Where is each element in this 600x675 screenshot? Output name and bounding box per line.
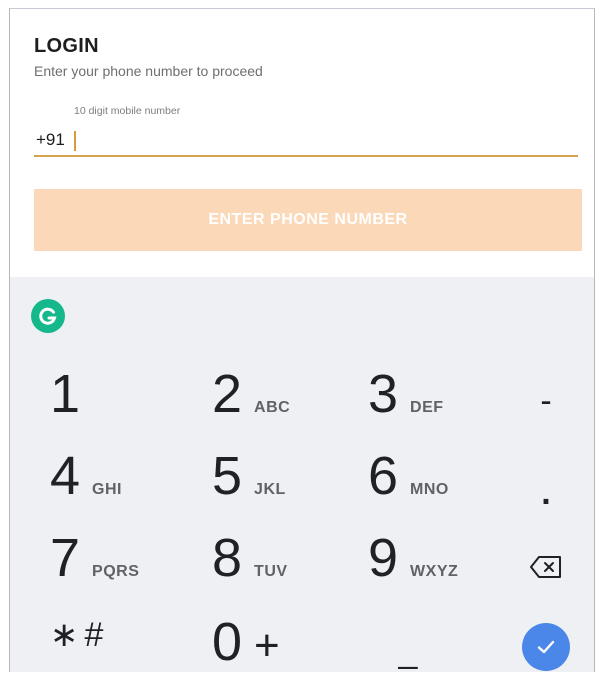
key-6[interactable]: 6 MNO — [368, 449, 449, 519]
backspace-icon — [530, 556, 561, 578]
key-5[interactable]: 5 JKL — [212, 449, 286, 519]
key-7-letters: PQRS — [92, 563, 140, 580]
key-5-letters: JKL — [254, 481, 286, 498]
phone-field-label: 10 digit mobile number — [74, 105, 181, 117]
key-9-letters: WXYZ — [410, 563, 459, 580]
dot-key-label: . — [541, 473, 551, 512]
text-cursor — [74, 131, 76, 151]
key-6-digit: 6 — [368, 446, 399, 506]
space-key[interactable]: _ — [378, 629, 438, 672]
key-7[interactable]: 7 PQRS — [50, 531, 139, 601]
backspace-key[interactable] — [516, 539, 576, 595]
key-9[interactable]: 9 WXYZ — [368, 531, 458, 601]
key-9-digit: 9 — [368, 528, 399, 588]
key-3-letters: DEF — [410, 399, 444, 416]
space-key-label: _ — [398, 631, 418, 670]
dot-key[interactable]: . — [516, 465, 576, 521]
key-4-digit: 4 — [50, 446, 81, 506]
key-8-letters: TUV — [254, 563, 288, 580]
phone-number-field[interactable]: +91 — [34, 129, 578, 157]
dash-key[interactable]: - — [516, 373, 576, 429]
key-2-digit: 2 — [212, 364, 243, 424]
key-5-digit: 5 — [212, 446, 243, 506]
country-code-prefix: +91 — [36, 130, 65, 149]
numeric-keyboard: 1 2 ABC 3 DEF - 4 GHI 5 JKL 6 MNO . 7 PQ… — [10, 277, 594, 672]
key-3[interactable]: 3 DEF — [368, 367, 444, 437]
key-7-digit: 7 — [50, 528, 81, 588]
key-4-letters: GHI — [92, 481, 122, 498]
star-hash-key[interactable]: ∗# — [50, 615, 109, 672]
key-4[interactable]: 4 GHI — [50, 449, 122, 519]
key-6-letters: MNO — [410, 481, 449, 498]
star-hash-label: ∗# — [50, 616, 110, 654]
page-title: LOGIN — [34, 35, 99, 57]
key-3-digit: 3 — [368, 364, 399, 424]
phone-number-input[interactable] — [68, 129, 568, 153]
key-8-digit: 8 — [212, 528, 243, 588]
login-panel: LOGIN Enter your phone number to proceed… — [10, 9, 594, 277]
dash-key-label: - — [540, 381, 552, 420]
grammarly-icon[interactable] — [31, 299, 65, 333]
key-1-digit: 1 — [50, 364, 81, 424]
done-button[interactable] — [522, 623, 570, 671]
checkmark-icon — [537, 640, 555, 654]
app-frame: LOGIN Enter your phone number to proceed… — [9, 8, 595, 672]
key-8[interactable]: 8 TUV — [212, 531, 288, 601]
enter-phone-number-button[interactable]: ENTER PHONE NUMBER — [34, 189, 582, 251]
key-2-letters: ABC — [254, 399, 291, 416]
key-0-letters: + — [254, 621, 280, 670]
key-1[interactable]: 1 — [50, 367, 80, 437]
key-0-digit: 0 — [212, 612, 243, 672]
key-0[interactable]: 0 + — [212, 615, 280, 672]
page-subtitle: Enter your phone number to proceed — [34, 63, 263, 79]
key-2[interactable]: 2 ABC — [212, 367, 290, 437]
